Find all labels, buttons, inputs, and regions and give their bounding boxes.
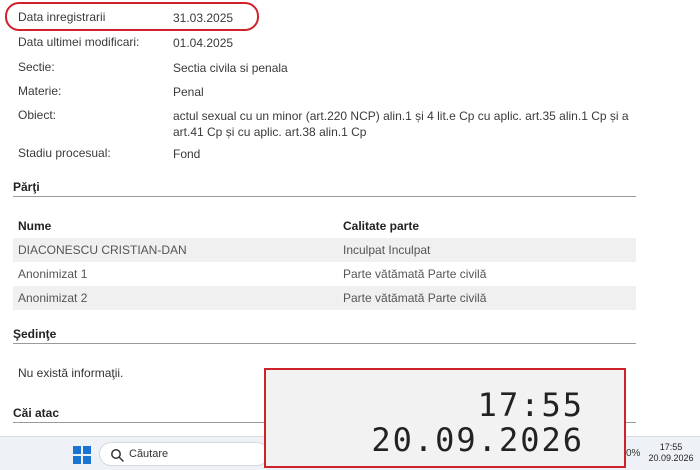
section-divider — [13, 196, 636, 197]
column-header-nume: Nume — [18, 219, 52, 233]
cell-name: Anonimizat 2 — [18, 291, 88, 305]
detail-label: Obiect: — [18, 108, 57, 122]
detail-label: Sectie: — [18, 60, 55, 74]
detail-value: actul sexual cu un minor (art.220 NCP) a… — [173, 109, 629, 139]
detail-label: Materie: — [18, 84, 62, 98]
parti-table: Nume Calitate parte DIACONESCU CRISTIAN-… — [13, 214, 636, 310]
detail-value: Sectia civila si penala — [173, 61, 288, 75]
table-header: Nume Calitate parte — [13, 214, 636, 238]
cell-role: Parte vătămată Parte civilă — [343, 267, 487, 281]
detail-value: 01.04.2025 — [173, 36, 234, 50]
taskbar-time: 17:55 — [659, 442, 683, 452]
taskbar-search-box[interactable]: Căutare — [99, 442, 269, 466]
column-header-calitate: Calitate parte — [343, 219, 420, 233]
cell-name: DIACONESCU CRISTIAN-DAN — [18, 243, 187, 257]
table-row: Anonimizat 2 Parte vătămată Parte civilă — [13, 286, 636, 310]
section-divider — [13, 343, 636, 344]
cell-name: Anonimizat 1 — [18, 267, 88, 281]
detail-label: Stadiu procesual: — [18, 146, 111, 160]
search-icon — [111, 449, 124, 462]
windows-start-icon[interactable] — [73, 446, 91, 464]
search-placeholder: Căutare — [129, 448, 169, 460]
overlay-time: 17:55 — [477, 386, 584, 424]
parti-heading: Părţi — [13, 180, 40, 194]
cell-role: Inculpat Inculpat — [343, 243, 431, 257]
sedinte-empty-text: Nu există informaţii. — [18, 366, 124, 380]
detail-value: Fond — [173, 147, 201, 161]
taskbar-clock[interactable]: 17:55 20.09.2026 — [646, 442, 696, 464]
detail-label: Data ultimei modificari: — [18, 35, 140, 49]
enlarged-clock-overlay: 17:55 20.09.2026 — [264, 368, 626, 468]
detail-value: Penal — [173, 85, 204, 99]
tray-percent: 0% — [626, 448, 641, 459]
sedinte-heading: Şedinţe — [13, 327, 57, 341]
overlay-date: 20.09.2026 — [371, 421, 584, 459]
taskbar-date: 20.09.2026 — [648, 453, 694, 463]
cell-role: Parte vătămată Parte civilă — [343, 291, 487, 305]
cai-atac-heading: Căi atac — [13, 406, 60, 420]
registration-date-highlight — [5, 2, 259, 31]
case-details-page: Data inregistrarii 31.03.2025 Data ultim… — [0, 0, 700, 470]
table-row: Anonimizat 1 Parte vătămată Parte civilă — [13, 262, 636, 286]
table-row: DIACONESCU CRISTIAN-DAN Inculpat Inculpa… — [13, 238, 636, 262]
